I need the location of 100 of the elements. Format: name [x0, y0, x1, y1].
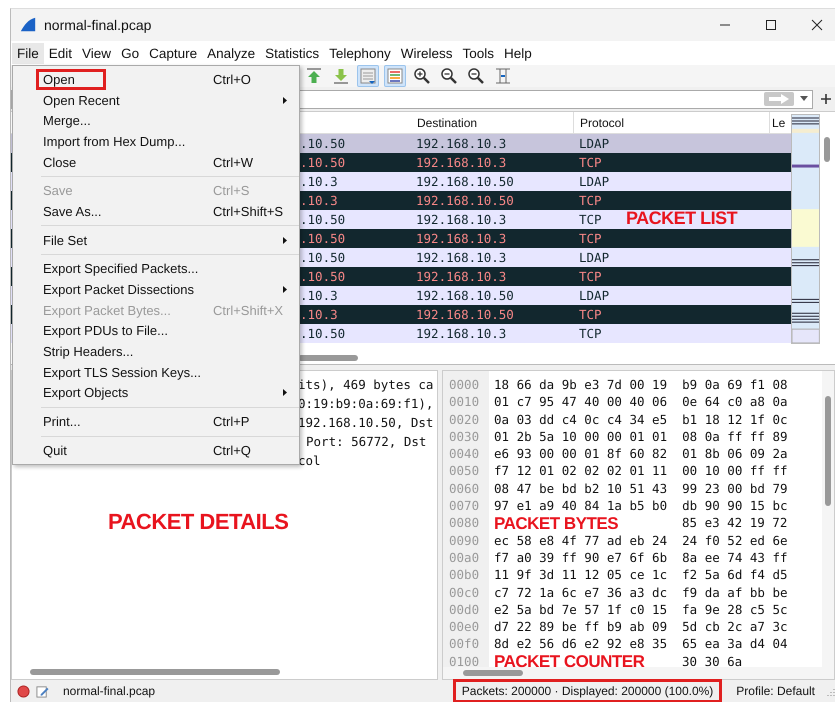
table-cell-text: TCP — [578, 269, 602, 284]
menu-entry-label: Export TLS Session Keys... — [43, 364, 201, 381]
table-cell-text: 192.168.10.50 — [415, 288, 515, 303]
menu-entry[interactable]: Open Ctrl+O — [13, 69, 299, 90]
offset-label: 00a0 — [448, 548, 480, 566]
scrollbar-thumb[interactable] — [824, 137, 830, 162]
scrollbar-thumb[interactable] — [30, 669, 280, 675]
table-cell-text: .10.3 — [299, 193, 339, 208]
menu-item[interactable]: Analyze — [202, 42, 260, 64]
shortcut-label: Ctrl+P — [213, 414, 250, 430]
table-cell-text: .10.50 — [299, 231, 346, 246]
annotation-label: PACKET COUNTER — [494, 652, 646, 670]
menu-item[interactable]: Go — [116, 42, 144, 64]
table-cell-text: .10.50 — [299, 326, 346, 341]
offset-label: 0060 — [448, 480, 480, 498]
scrollbar-thumb[interactable] — [298, 355, 358, 361]
offset-label: 0000 — [448, 376, 480, 394]
table-cell-text: .10.3 — [299, 288, 339, 303]
menu-item[interactable]: Statistics — [260, 42, 324, 64]
maximize-icon[interactable] — [765, 19, 777, 31]
scrollbar-thumb[interactable] — [463, 670, 523, 676]
menu-entry-label: Merge... — [43, 112, 91, 130]
shortcut-label: Ctrl+O — [213, 72, 251, 87]
table-cell-text: .10.50 — [299, 155, 346, 170]
packet-counter: Packets: 200000 · Displayed: 200000 (100.0%) — [452, 679, 722, 702]
shark-fin-icon — [19, 16, 37, 34]
menu-item[interactable]: View — [77, 42, 116, 64]
table-cell-text: TCP — [578, 193, 602, 208]
menu-entry[interactable]: Open Recent — [13, 90, 299, 110]
table-cell-text: .10.3 — [299, 174, 339, 189]
table-cell-text: LDAP — [578, 250, 610, 265]
offset-label: 00b0 — [448, 566, 480, 584]
table-cell-text: 192.168.10.3 — [415, 231, 508, 246]
hex-bytes: f7 a0 39 ff 90 e7 6f 6b 8a ee 74 43 ff — [494, 548, 788, 566]
menu-entry[interactable]: Print... Ctrl+P — [13, 411, 299, 432]
offset-label: 0100 — [448, 652, 480, 670]
menu-entry[interactable]: Export Objects — [13, 382, 299, 404]
autoscroll-icon[interactable] — [357, 65, 379, 87]
offset-label: 00f0 — [448, 635, 480, 653]
hex-bytes: 18 66 da 9b e3 7d 00 19 b9 0a 69 f1 08 — [494, 376, 788, 394]
hex-bytes: e6 93 00 00 01 8f 60 82 01 8b 06 09 2a — [494, 445, 788, 462]
menu-item[interactable]: Help — [499, 42, 537, 64]
annotation-label: PACKET BYTES — [494, 514, 620, 532]
column-header[interactable]: Destination — [411, 112, 574, 133]
menu-item[interactable]: Edit — [44, 42, 78, 64]
packet-minimap-drawing[interactable] — [791, 114, 820, 344]
hex-bytes: c7 72 1a 6c e7 36 a3 dc f9 da af bb be — [494, 584, 788, 601]
menu-item[interactable]: Tools — [457, 42, 499, 64]
table-cell-text: .10.50 — [299, 269, 346, 284]
hex-bytes: 85 e3 42 19 72 — [682, 514, 788, 532]
hex-bytes: 01 2b 5a 10 00 00 01 01 08 0a ff ff 89 — [494, 428, 788, 446]
offset-label: 0050 — [448, 462, 480, 480]
hex-bytes: 97 e1 a9 40 84 1a b5 b0 db 90 90 15 bc — [494, 497, 788, 514]
colorize-icon[interactable] — [384, 65, 406, 87]
menu-item[interactable]: Telephony — [324, 42, 396, 64]
edit-icon[interactable] — [36, 684, 49, 698]
annotation-label: PACKET LIST — [626, 209, 738, 228]
offset-label: 0040 — [448, 445, 480, 462]
menu-entry-label: Print... — [43, 413, 81, 430]
menu-item[interactable]: File — [12, 42, 44, 64]
profile-label[interactable]: Profile: Default — [736, 684, 819, 698]
shortcut-label: Ctrl+Q — [213, 442, 251, 458]
column-header[interactable]: Le — [770, 112, 791, 133]
hex-bytes: ec 58 e8 4f 77 ad eb 24 24 f0 52 ed 6e — [494, 532, 788, 549]
shortcut-label: Ctrl+W — [213, 154, 254, 170]
table-cell-text: 192.168.10.3 — [415, 136, 508, 151]
hex-bytes: f7 12 01 02 02 02 01 11 00 10 00 ff ff — [494, 462, 788, 480]
add-icon[interactable] — [821, 94, 831, 104]
menu-entry[interactable]: Merge... — [13, 110, 299, 132]
hex-bytes: 30 30 6a — [682, 652, 742, 670]
menu-item[interactable]: Capture — [144, 42, 202, 64]
dropdown-caret-icon[interactable] — [800, 96, 808, 102]
scrollbar-thumb[interactable] — [825, 396, 831, 506]
resize-grip-icon[interactable] — [825, 686, 835, 696]
offset-label: 0010 — [448, 393, 480, 411]
offset-label: 00e0 — [448, 618, 480, 636]
menu-entry[interactable]: Close Ctrl+W — [13, 152, 299, 172]
close-icon[interactable] — [811, 19, 823, 31]
menu-item[interactable]: Wireless — [396, 42, 458, 64]
table-cell-text: 192.168.10.50 — [415, 193, 515, 208]
window-title: normal-final.pcap — [44, 17, 152, 33]
offset-label: 0080 — [448, 514, 480, 532]
status-dot-icon[interactable] — [17, 684, 30, 698]
hex-bytes: e2 5a bd 7e 57 1f c0 15 fa 9e 28 c5 5c — [494, 600, 788, 618]
menu-entry[interactable]: Import from Hex Dump... — [13, 131, 299, 152]
menu-entry[interactable]: Export TLS Session Keys... — [13, 362, 299, 383]
table-cell-text: .10.3 — [299, 307, 339, 322]
shortcut-label: Ctrl+Shift+X — [213, 302, 284, 318]
menu-entry-label: Export Objects — [43, 384, 128, 402]
table-cell-text: 192.168.10.50 — [415, 174, 515, 189]
menu-entry-label: Quit — [43, 442, 67, 459]
table-cell-text: 192.168.10.3 — [415, 212, 508, 227]
menu-entry[interactable]: File Set — [13, 230, 299, 250]
table-cell-text: 192.168.10.3 — [415, 326, 508, 341]
menu-entry[interactable]: Quit Ctrl+Q — [13, 440, 299, 461]
column-header[interactable]: Protocol — [574, 112, 770, 133]
menu-entry-label: Strip Headers... — [43, 343, 134, 360]
annotation-label: PACKET DETAILS — [108, 509, 288, 535]
menu-entry[interactable]: Strip Headers... — [13, 341, 299, 362]
offset-label: 0020 — [448, 410, 480, 428]
